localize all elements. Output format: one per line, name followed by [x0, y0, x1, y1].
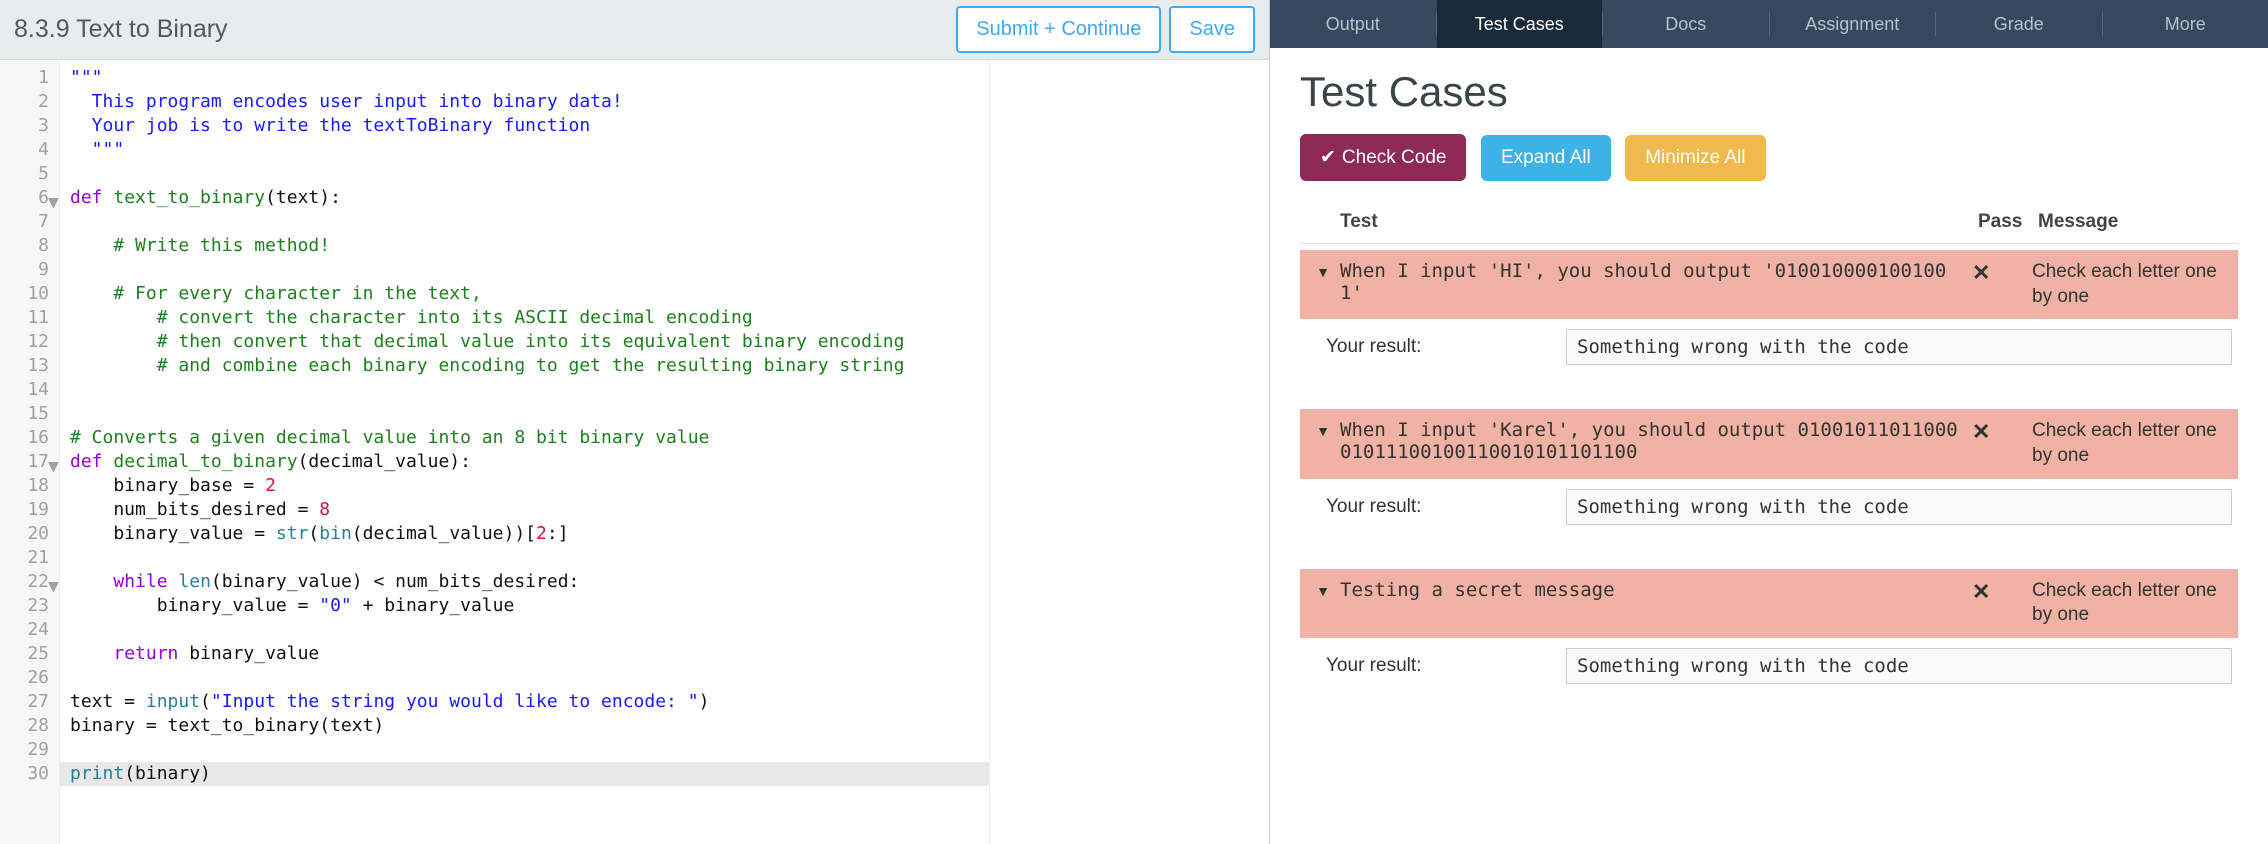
th-test: Test — [1340, 211, 1978, 233]
exercise-title: 8.3.9 Text to Binary — [14, 15, 956, 44]
check-code-button[interactable]: ✔Check Code — [1300, 134, 1466, 181]
submit-continue-button[interactable]: Submit + Continue — [956, 6, 1161, 53]
pass-indicator: ✕ — [1972, 260, 2032, 286]
test-description: When I input 'Karel', you should output … — [1340, 419, 1972, 463]
test-table-header: Test Pass Message — [1300, 201, 2238, 244]
tab-docs[interactable]: Docs — [1603, 0, 1769, 48]
pass-indicator: ✕ — [1972, 419, 2032, 445]
tab-test-cases[interactable]: Test Cases — [1437, 0, 1603, 48]
tab-assignment[interactable]: Assignment — [1770, 0, 1936, 48]
test-description: Testing a secret message — [1340, 579, 1972, 601]
your-result-value: Something wrong with the code — [1566, 489, 2232, 525]
your-result-label: Your result: — [1306, 655, 1566, 677]
test-case: ▼When I input 'Karel', you should output… — [1300, 409, 2238, 534]
test-cases-panel: Test Cases ✔Check Code Expand All Minimi… — [1270, 48, 2268, 844]
test-message: Check each letter one by one — [2032, 260, 2232, 309]
th-message: Message — [2038, 211, 2238, 233]
code-editor[interactable]: 123456 7891011121314151617 1819202122 23… — [0, 60, 1269, 844]
editor-preview-pane — [989, 60, 1269, 844]
test-case-list: ▼When I input 'HI', you should output '0… — [1300, 250, 2238, 694]
pass-indicator: ✕ — [1972, 579, 2032, 605]
panel-buttons: ✔Check Code Expand All Minimize All — [1300, 134, 2238, 181]
th-pass: Pass — [1978, 211, 2038, 233]
panel-title: Test Cases — [1300, 68, 2238, 116]
test-description: When I input 'HI', you should output '01… — [1340, 260, 1972, 304]
your-result-label: Your result: — [1306, 336, 1566, 358]
editor-header: 8.3.9 Text to Binary Submit + Continue S… — [0, 0, 1269, 60]
check-icon: ✔ — [1320, 147, 1336, 168]
test-message: Check each letter one by one — [2032, 419, 2232, 468]
collapse-toggle-icon[interactable]: ▼ — [1306, 260, 1340, 280]
your-result-value: Something wrong with the code — [1566, 329, 2232, 365]
test-message: Check each letter one by one — [2032, 579, 2232, 628]
tab-grade[interactable]: Grade — [1936, 0, 2102, 48]
expand-all-button[interactable]: Expand All — [1481, 135, 1611, 181]
line-gutter: 123456 7891011121314151617 1819202122 23… — [0, 60, 60, 844]
test-case: ▼When I input 'HI', you should output '0… — [1300, 250, 2238, 375]
your-result-value: Something wrong with the code — [1566, 648, 2232, 684]
right-tabs: OutputTest CasesDocsAssignmentGradeMore — [1270, 0, 2268, 48]
save-button[interactable]: Save — [1169, 6, 1255, 53]
collapse-toggle-icon[interactable]: ▼ — [1306, 579, 1340, 599]
minimize-all-button[interactable]: Minimize All — [1625, 135, 1765, 181]
collapse-toggle-icon[interactable]: ▼ — [1306, 419, 1340, 439]
your-result-label: Your result: — [1306, 496, 1566, 518]
tab-more[interactable]: More — [2103, 0, 2268, 48]
code-area[interactable]: """ This program encodes user input into… — [60, 60, 989, 844]
tab-output[interactable]: Output — [1270, 0, 1436, 48]
test-case: ▼Testing a secret message✕Check each let… — [1300, 569, 2238, 694]
